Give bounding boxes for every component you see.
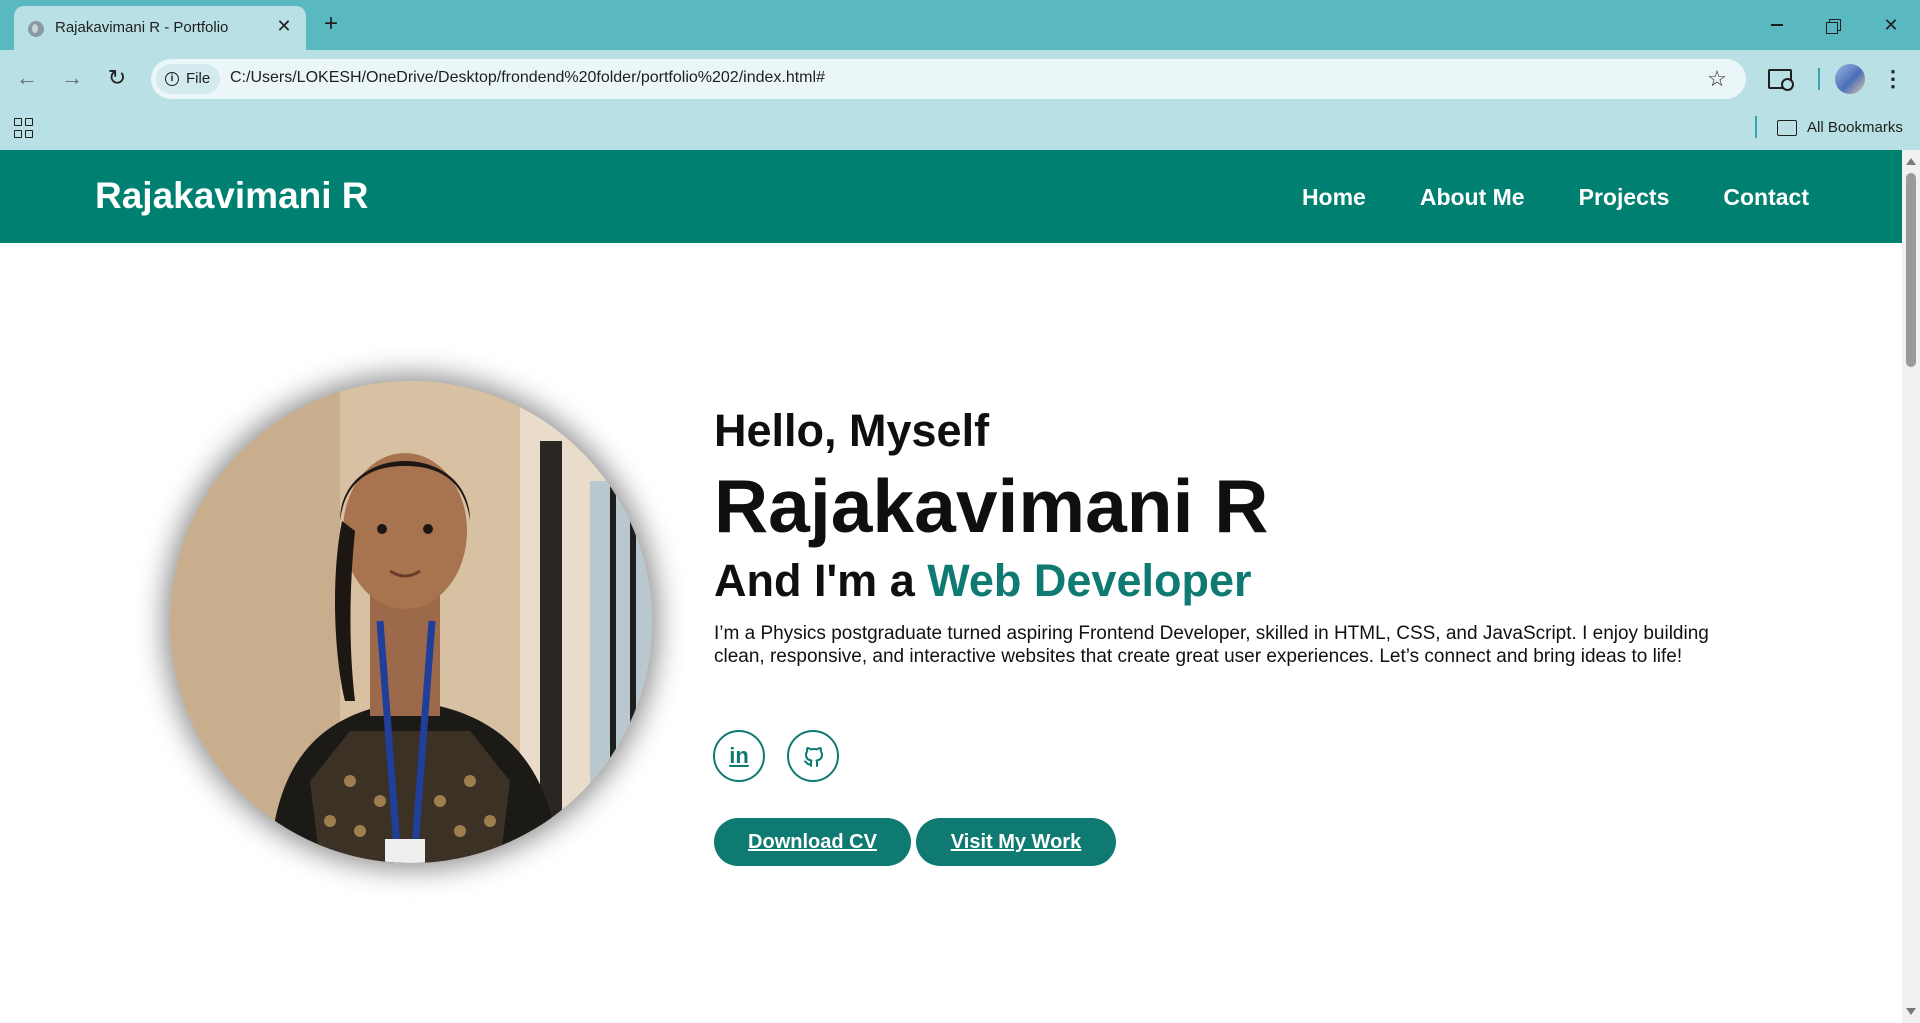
hero-role: Web Developer [927,555,1252,606]
bookmarks-bar: All Bookmarks [0,108,1920,150]
linkedin-button[interactable]: in [713,730,765,782]
apps-grid-icon[interactable] [14,118,34,138]
site-nav: Home About Me Projects Contact [1302,184,1809,211]
profile-photo-illustration [170,381,652,863]
nav-about-me[interactable]: About Me [1420,184,1525,211]
site-header: Rajakavimani R Home About Me Projects Co… [0,150,1902,243]
forward-arrow-icon[interactable]: → [58,64,86,92]
hero-name: Rajakavimani R [714,464,1269,548]
nav-home[interactable]: Home [1302,184,1366,211]
profile-photo [170,381,652,863]
url-text[interactable]: C:/Users/LOKESH/OneDrive/Desktop/fronden… [230,69,825,87]
tab-title: Rajakavimani R - Portfolio [55,19,229,36]
hero-bio: I’m a Physics postgraduate turned aspiri… [714,623,1709,667]
bookmarks-divider [1755,116,1757,138]
search-tabs-icon[interactable] [1768,69,1794,91]
kebab-menu-icon[interactable]: ⋮ [1882,64,1904,94]
all-bookmarks-link[interactable]: All Bookmarks [1807,119,1903,136]
new-tab-button[interactable]: + [318,11,344,37]
toolbar-divider [1818,68,1820,90]
globe-icon [28,21,44,37]
profile-avatar[interactable] [1835,64,1865,94]
window-close-button[interactable]: ✕ [1876,10,1906,40]
folder-icon [1777,120,1797,136]
site-info-chip[interactable]: i File [156,64,220,94]
info-icon: i [165,72,179,86]
github-button[interactable] [787,730,839,782]
page-viewport: Rajakavimani R Home About Me Projects Co… [0,150,1902,1023]
hero-greeting: Hello, Myself [714,405,990,456]
reload-icon[interactable]: ↻ [103,64,131,92]
hero-role-prefix: And I'm a [714,555,928,606]
browser-toolbar: ← → ↻ i File C:/Users/LOKESH/OneDrive/De… [0,50,1920,108]
file-chip-label: File [186,70,211,87]
download-cv-button[interactable]: Download CV [714,818,911,866]
page-scrollbar[interactable] [1902,150,1920,1023]
linkedin-icon: in [729,743,749,768]
browser-tab[interactable]: Rajakavimani R - Portfolio ✕ [14,6,306,50]
visit-my-work-button[interactable]: Visit My Work [916,818,1116,866]
address-bar[interactable]: i File C:/Users/LOKESH/OneDrive/Desktop/… [151,59,1746,99]
close-icon[interactable]: ✕ [274,16,294,36]
bookmark-star-icon[interactable]: ☆ [1704,66,1730,92]
scroll-down-arrow-icon[interactable] [1906,1008,1916,1015]
restore-button[interactable] [1818,10,1848,40]
back-arrow-icon[interactable]: ← [13,64,41,92]
github-icon [804,747,823,767]
browser-tabstrip: Rajakavimani R - Portfolio ✕ + ✕ [0,0,1920,50]
scroll-up-arrow-icon[interactable] [1906,158,1916,165]
nav-contact[interactable]: Contact [1723,184,1809,211]
hero-role-line: And I'm a Web Developer [714,555,1252,607]
minimize-button[interactable] [1762,10,1792,40]
nav-projects[interactable]: Projects [1579,184,1670,211]
site-logo[interactable]: Rajakavimani R [95,175,369,217]
scrollbar-thumb[interactable] [1906,173,1916,367]
